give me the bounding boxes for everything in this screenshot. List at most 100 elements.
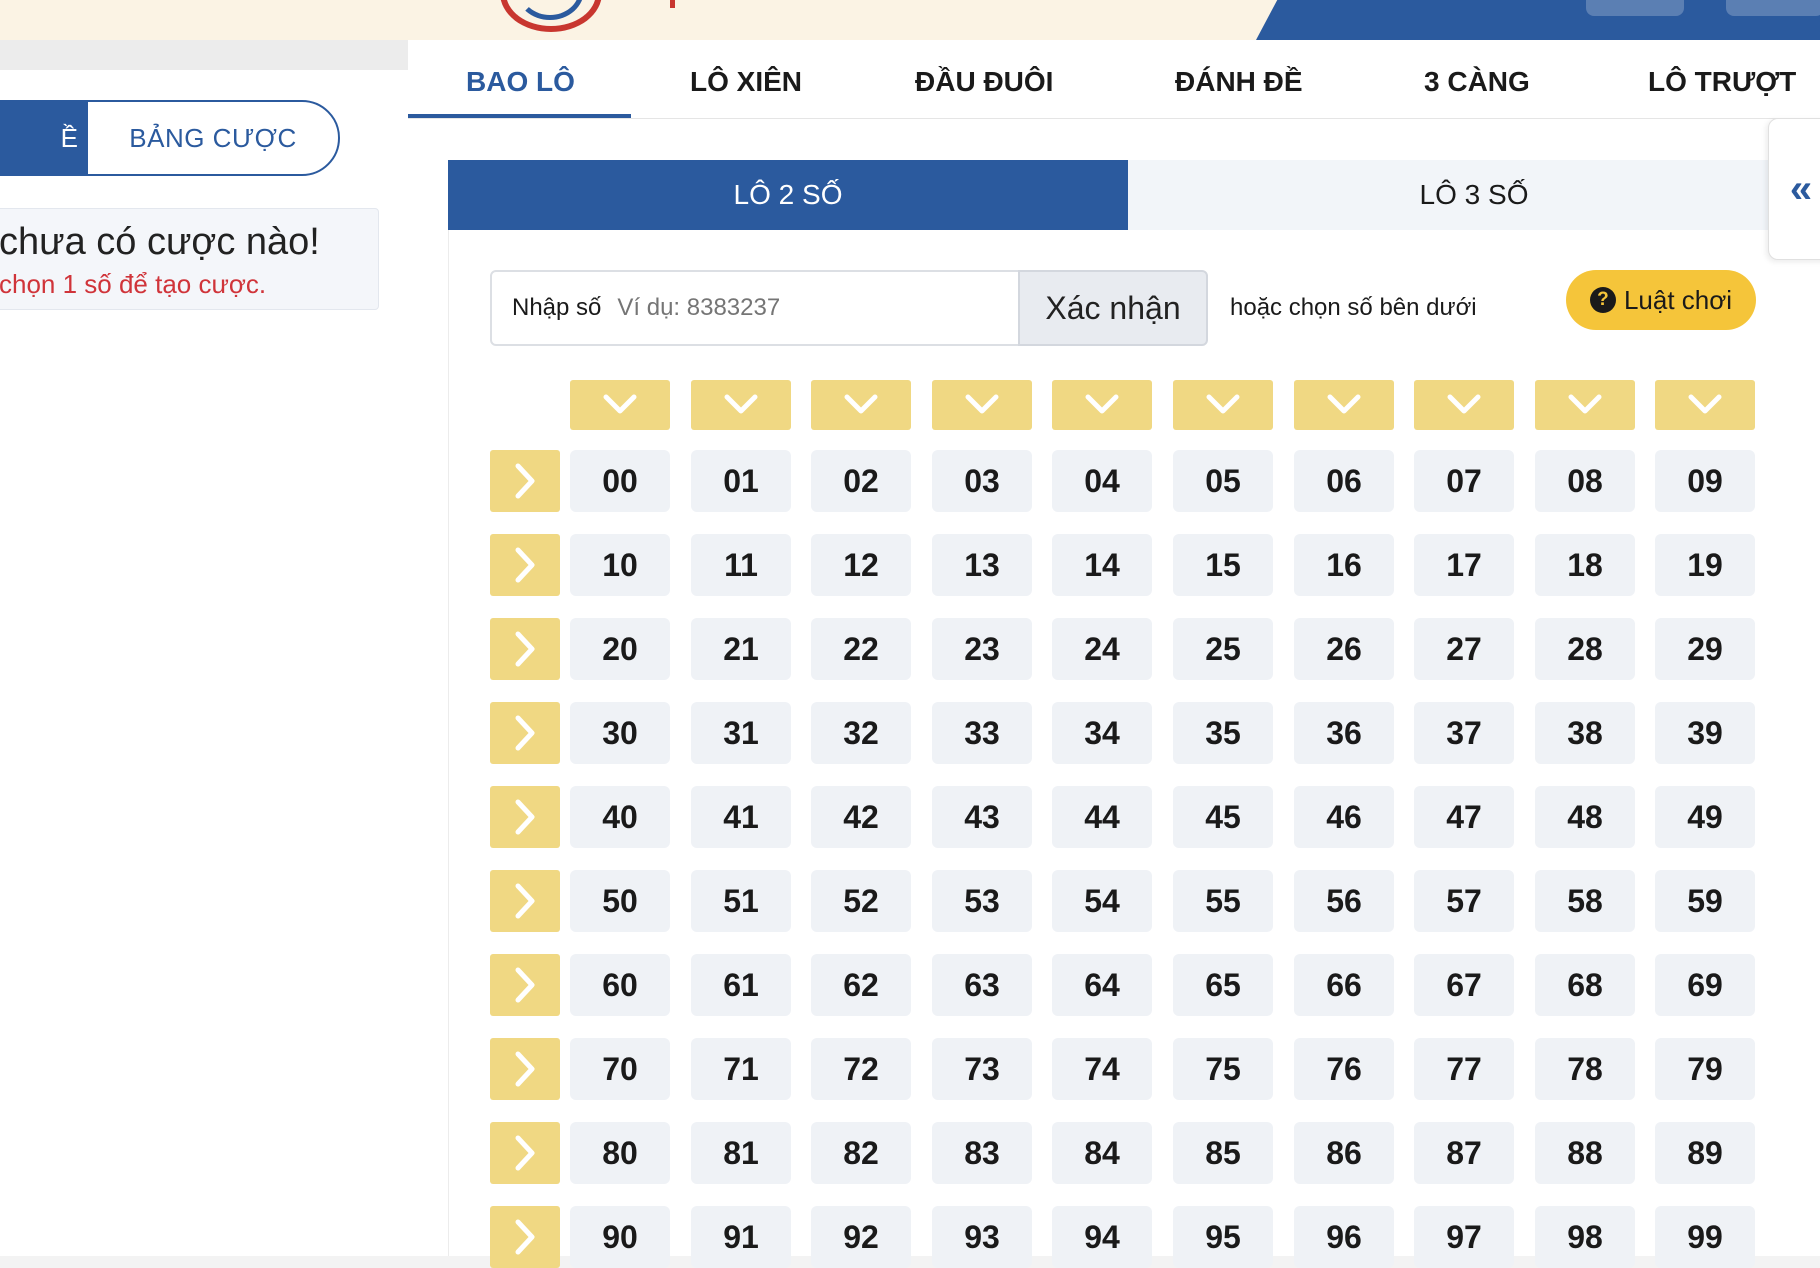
tab-dau-duoi[interactable]: ĐẦU ĐUÔI — [915, 66, 1053, 98]
number-cell[interactable]: 44 — [1052, 786, 1152, 848]
column-select-button[interactable] — [1052, 380, 1152, 430]
number-cell[interactable]: 98 — [1535, 1206, 1635, 1268]
number-cell[interactable]: 12 — [811, 534, 911, 596]
row-select-button[interactable] — [490, 954, 560, 1016]
column-select-button[interactable] — [1173, 380, 1273, 430]
column-select-button[interactable] — [570, 380, 670, 430]
row-select-button[interactable] — [490, 450, 560, 512]
number-cell[interactable]: 78 — [1535, 1038, 1635, 1100]
number-cell[interactable]: 50 — [570, 870, 670, 932]
number-cell[interactable]: 93 — [932, 1206, 1032, 1268]
number-cell[interactable]: 19 — [1655, 534, 1755, 596]
number-cell[interactable]: 62 — [811, 954, 911, 1016]
number-cell[interactable]: 35 — [1173, 702, 1273, 764]
row-select-button[interactable] — [490, 870, 560, 932]
number-cell[interactable]: 80 — [570, 1122, 670, 1184]
row-select-button[interactable] — [490, 786, 560, 848]
number-cell[interactable]: 67 — [1414, 954, 1514, 1016]
number-cell[interactable]: 22 — [811, 618, 911, 680]
number-cell[interactable]: 00 — [570, 450, 670, 512]
row-select-button[interactable] — [490, 1206, 560, 1268]
number-cell[interactable]: 88 — [1535, 1122, 1635, 1184]
number-cell[interactable]: 61 — [691, 954, 791, 1016]
number-cell[interactable]: 21 — [691, 618, 791, 680]
number-cell[interactable]: 65 — [1173, 954, 1273, 1016]
tab-lo-2-so[interactable]: LÔ 2 SỐ — [448, 160, 1128, 230]
number-cell[interactable]: 43 — [932, 786, 1032, 848]
number-cell[interactable]: 34 — [1052, 702, 1152, 764]
number-cell[interactable]: 64 — [1052, 954, 1152, 1016]
number-cell[interactable]: 18 — [1535, 534, 1635, 596]
number-cell[interactable]: 17 — [1414, 534, 1514, 596]
number-cell[interactable]: 39 — [1655, 702, 1755, 764]
number-cell[interactable]: 26 — [1294, 618, 1394, 680]
number-cell[interactable]: 91 — [691, 1206, 791, 1268]
number-cell[interactable]: 04 — [1052, 450, 1152, 512]
tab-bet-slip[interactable]: Ề — [0, 102, 88, 174]
number-cell[interactable]: 09 — [1655, 450, 1755, 512]
number-cell[interactable]: 86 — [1294, 1122, 1394, 1184]
tab-3-cang[interactable]: 3 CÀNG — [1424, 66, 1530, 98]
number-cell[interactable]: 68 — [1535, 954, 1635, 1016]
number-cell[interactable]: 79 — [1655, 1038, 1755, 1100]
column-select-button[interactable] — [1294, 380, 1394, 430]
number-cell[interactable]: 94 — [1052, 1206, 1152, 1268]
number-cell[interactable]: 33 — [932, 702, 1032, 764]
number-cell[interactable]: 29 — [1655, 618, 1755, 680]
row-select-button[interactable] — [490, 534, 560, 596]
number-cell[interactable]: 38 — [1535, 702, 1635, 764]
number-cell[interactable]: 24 — [1052, 618, 1152, 680]
number-cell[interactable]: 95 — [1173, 1206, 1273, 1268]
number-cell[interactable]: 25 — [1173, 618, 1273, 680]
number-cell[interactable]: 69 — [1655, 954, 1755, 1016]
rules-button[interactable]: ? Luật chơi — [1566, 270, 1756, 330]
number-cell[interactable]: 87 — [1414, 1122, 1514, 1184]
number-cell[interactable]: 48 — [1535, 786, 1635, 848]
column-select-button[interactable] — [811, 380, 911, 430]
tab-lo-xien[interactable]: LÔ XIÊN — [690, 66, 802, 98]
number-cell[interactable]: 76 — [1294, 1038, 1394, 1100]
number-cell[interactable]: 99 — [1655, 1206, 1755, 1268]
number-cell[interactable]: 52 — [811, 870, 911, 932]
number-cell[interactable]: 07 — [1414, 450, 1514, 512]
number-cell[interactable]: 06 — [1294, 450, 1394, 512]
number-cell[interactable]: 84 — [1052, 1122, 1152, 1184]
number-cell[interactable]: 81 — [691, 1122, 791, 1184]
number-cell[interactable]: 77 — [1414, 1038, 1514, 1100]
number-cell[interactable]: 49 — [1655, 786, 1755, 848]
number-cell[interactable]: 56 — [1294, 870, 1394, 932]
number-cell[interactable]: 46 — [1294, 786, 1394, 848]
number-cell[interactable]: 15 — [1173, 534, 1273, 596]
number-cell[interactable]: 74 — [1052, 1038, 1152, 1100]
number-cell[interactable]: 83 — [932, 1122, 1032, 1184]
column-select-button[interactable] — [932, 380, 1032, 430]
column-select-button[interactable] — [1414, 380, 1514, 430]
number-cell[interactable]: 89 — [1655, 1122, 1755, 1184]
tab-bao-lo[interactable]: BAO LÔ — [466, 66, 575, 98]
number-cell[interactable]: 37 — [1414, 702, 1514, 764]
number-cell[interactable]: 45 — [1173, 786, 1273, 848]
number-cell[interactable]: 02 — [811, 450, 911, 512]
tab-lo-3-so[interactable]: LÔ 3 SỐ — [1128, 160, 1820, 230]
column-select-button[interactable] — [1535, 380, 1635, 430]
number-cell[interactable]: 42 — [811, 786, 911, 848]
column-select-button[interactable] — [1655, 380, 1755, 430]
row-select-button[interactable] — [490, 618, 560, 680]
header-button-2[interactable] — [1726, 0, 1820, 16]
number-cell[interactable]: 47 — [1414, 786, 1514, 848]
number-cell[interactable]: 96 — [1294, 1206, 1394, 1268]
number-cell[interactable]: 75 — [1173, 1038, 1273, 1100]
number-cell[interactable]: 54 — [1052, 870, 1152, 932]
number-cell[interactable]: 41 — [691, 786, 791, 848]
number-cell[interactable]: 13 — [932, 534, 1032, 596]
number-cell[interactable]: 97 — [1414, 1206, 1514, 1268]
number-cell[interactable]: 57 — [1414, 870, 1514, 932]
number-cell[interactable]: 73 — [932, 1038, 1032, 1100]
confirm-button[interactable]: Xác nhận — [1018, 270, 1208, 346]
side-panel-toggle[interactable]: « — [1768, 118, 1820, 260]
number-cell[interactable]: 31 — [691, 702, 791, 764]
row-select-button[interactable] — [490, 1038, 560, 1100]
number-cell[interactable]: 03 — [932, 450, 1032, 512]
number-cell[interactable]: 63 — [932, 954, 1032, 1016]
number-cell[interactable]: 60 — [570, 954, 670, 1016]
